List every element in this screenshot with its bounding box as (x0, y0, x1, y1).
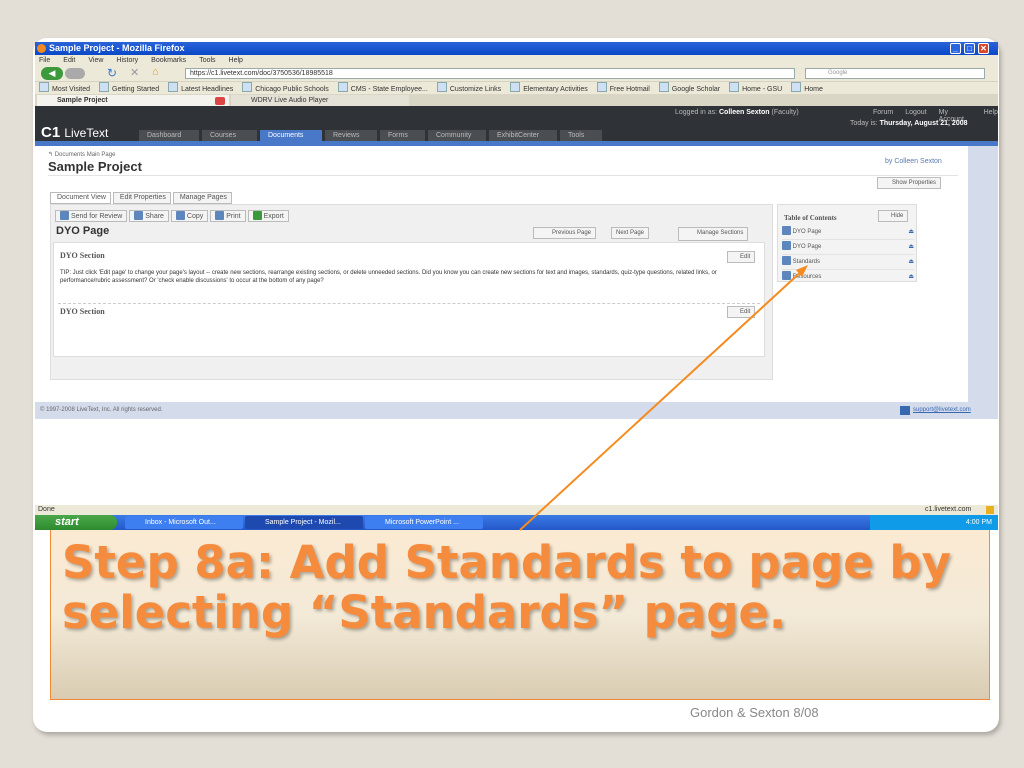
arrow-line (519, 269, 804, 531)
callout-arrow (519, 265, 808, 531)
